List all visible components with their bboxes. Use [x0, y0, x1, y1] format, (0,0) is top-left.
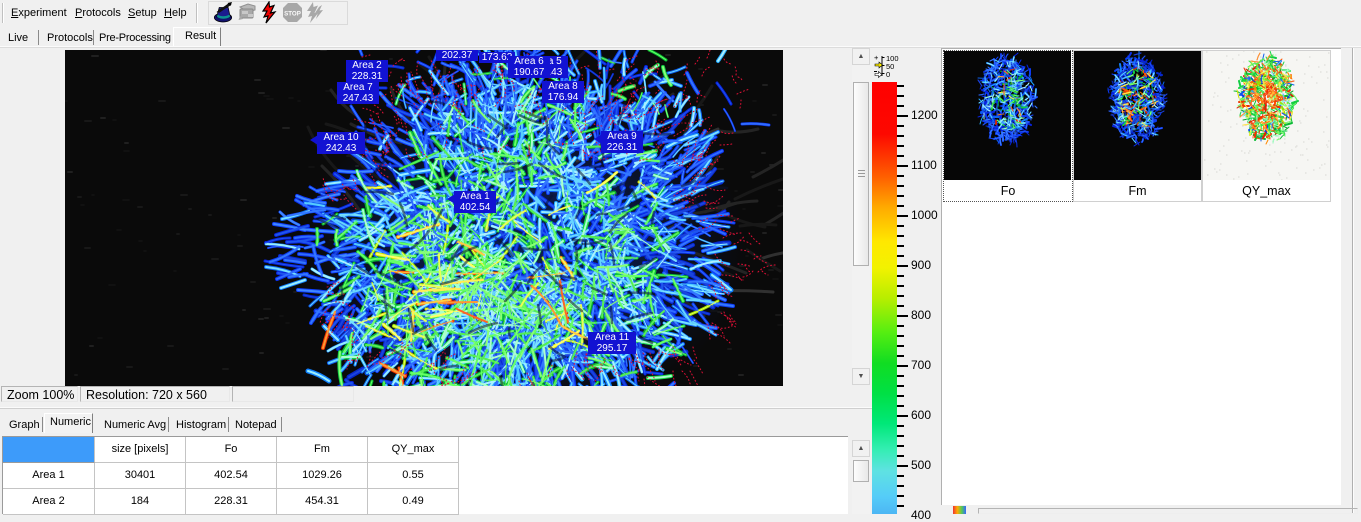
- svg-text:+: +: [874, 54, 879, 62]
- svg-text:STOP: STOP: [284, 11, 301, 18]
- svg-text:0: 0: [886, 70, 890, 79]
